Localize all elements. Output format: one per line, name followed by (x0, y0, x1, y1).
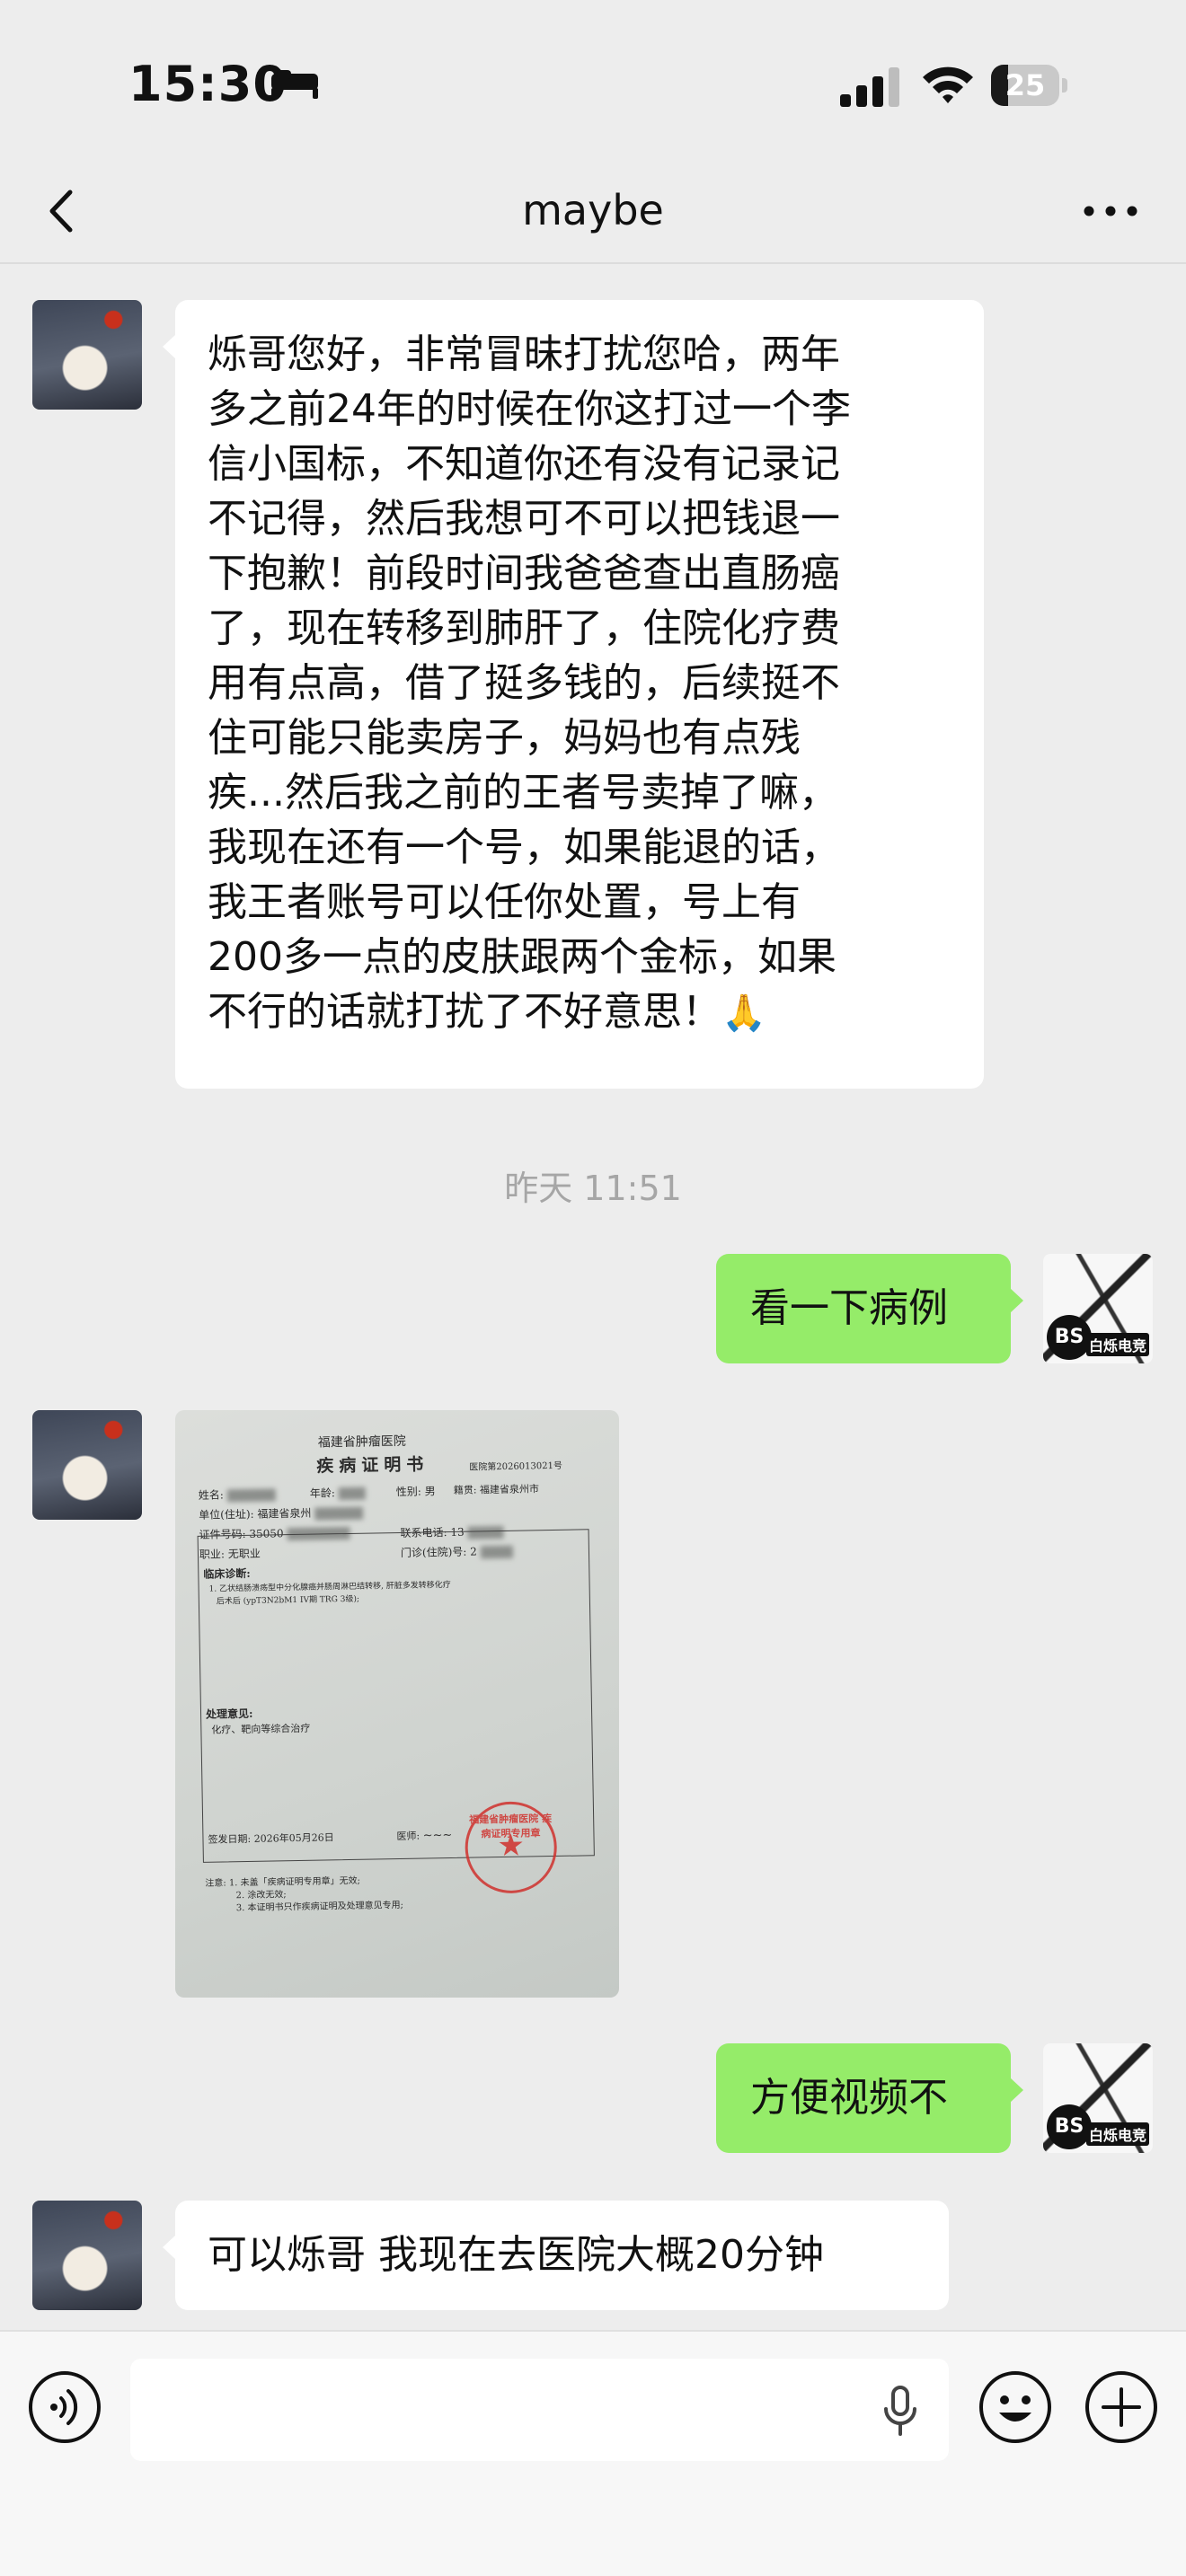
cert-opinion-label: 处理意见: (205, 1707, 253, 1721)
message-line: 多之前24年的时候在你这打过一个李 (208, 386, 851, 432)
message-line: 疾...然后我之前的王者号卖掉了嘛， (208, 770, 838, 816)
emoji-icon (979, 2371, 1051, 2443)
praying-hands-emoji: 🙏 (721, 992, 766, 1034)
message-line: 信小国标，不知道你还有没有记录记 (208, 441, 840, 487)
certificate-paper: 福建省肿瘤医院 疾病证明书 医院第2026013021号 姓名: 年龄: 性别:… (183, 1423, 615, 1996)
message-line-text: 不行的话就打扰了不好意思！ (208, 989, 721, 1035)
cert-name-label: 姓名: (198, 1488, 224, 1502)
status-bar: 15:30 25 (0, 0, 1186, 162)
more-button[interactable] (1078, 180, 1143, 243)
my-avatar[interactable]: BS 白烁电竞 (1043, 1254, 1153, 1363)
chat-title: maybe (522, 186, 664, 234)
plus-button[interactable] (1084, 2369, 1159, 2445)
header-divider (0, 262, 1186, 264)
avatar-tag: 白烁电竞 (1085, 2122, 1149, 2146)
message-line: 用有点高，借了挺多钱的，后续挺不 (208, 660, 840, 706)
contact-avatar[interactable] (32, 1410, 142, 1520)
plus-icon (1085, 2371, 1157, 2443)
cert-diagnosis-2: 后术后 (ypT3N2bM1 IV期 TRG 3级); (216, 1594, 360, 1607)
message-line: 200多一点的皮肤跟两个金标，如果 (208, 934, 836, 980)
cert-origin: 籍贯: 福建省泉州市 (453, 1483, 540, 1496)
message-timestamp: 昨天 11:51 (504, 1169, 682, 1208)
mic-icon[interactable] (879, 2384, 922, 2438)
cert-hospital: 福建省肿瘤医院 (317, 1434, 406, 1451)
contact-avatar[interactable] (32, 2201, 142, 2310)
avatar-badge: BS (1047, 1315, 1092, 1360)
message-bubble-outgoing[interactable]: 方便视频不 (716, 2043, 1023, 2153)
cert-title: 疾病证明书 (316, 1454, 429, 1477)
my-avatar[interactable]: BS 白烁电竞 (1043, 2043, 1153, 2153)
message-line: 了，现在转移到肺肝了，住院化疗费 (208, 605, 840, 651)
message-bubble-incoming[interactable]: 烁哥您好，非常冒昧打扰您哈，两年 多之前24年的时候在你这打过一个李 信小国标，… (163, 300, 984, 1089)
bed-icon (271, 70, 318, 99)
cert-diagnosis-label: 临床诊断: (203, 1566, 251, 1581)
emoji-button[interactable] (978, 2369, 1053, 2445)
message-bubble-outgoing[interactable]: 看一下病例 (716, 1254, 1023, 1363)
wifi-icon (923, 66, 973, 103)
cert-date: 签发日期: 2026年05月26日 (208, 1831, 334, 1846)
cert-doc-no: 医院第2026013021号 (469, 1460, 563, 1473)
avatar-tag: 白烁电竞 (1085, 1333, 1149, 1356)
battery-icon: 25 (991, 65, 1070, 106)
cert-note-3: 3. 本证明书只作疾病证明及处理意见专用; (235, 1900, 404, 1914)
message-line: 住可能只能卖房子，妈妈也有点残 (208, 715, 801, 761)
contact-avatar[interactable] (32, 300, 142, 410)
input-bar (0, 2330, 1186, 2576)
cert-unit: 单位(住址): 福建省泉州 (199, 1506, 312, 1522)
message-line: 烁哥您好，非常冒昧打扰您哈，两年 (208, 331, 840, 377)
voice-icon (29, 2371, 101, 2443)
stamp-text: 福建省肿瘤医院 疾病证明专用章 (469, 1813, 553, 1840)
medical-certificate-image[interactable]: 福建省肿瘤医院 疾病证明书 医院第2026013021号 姓名: 年龄: 性别:… (175, 1410, 619, 1998)
message-text: 方便视频不 (750, 2075, 948, 2121)
message-bubble-incoming[interactable]: 可以烁哥 我现在去医院大概20分钟 (163, 2201, 949, 2310)
message-line: 不行的话就打扰了不好意思！🙏 (208, 984, 957, 1041)
voice-button[interactable] (27, 2369, 102, 2445)
message-text: 看一下病例 (750, 1285, 948, 1331)
chat-header: maybe (0, 162, 1186, 262)
status-time: 15:30 (128, 56, 288, 112)
message-text: 可以烁哥 我现在去医院大概20分钟 (208, 2232, 824, 2278)
message-line: 我现在还有一个号，如果能退的话， (208, 825, 840, 870)
cert-opinion-text: 化疗、靶向等综合治疗 (211, 1722, 311, 1736)
message-line: 我王者账号可以任你处置，号上有 (208, 879, 801, 925)
avatar-badge: BS (1047, 2104, 1092, 2149)
cert-age-label: 年龄: (309, 1486, 335, 1500)
hospital-stamp: 福建省肿瘤医院 疾病证明专用章 ★ (464, 1800, 558, 1894)
cert-gender: 性别: 男 (395, 1485, 436, 1499)
message-line: 下抱歉！前段时间我爸爸查出直肠癌 (208, 551, 840, 596)
more-dots-icon (1084, 206, 1137, 216)
message-input[interactable] (130, 2359, 949, 2461)
message-line: 不记得，然后我想可不可以把钱退一 (208, 496, 840, 542)
cellular-signal-icon (840, 67, 899, 107)
cert-doctor-label: 医师: (396, 1830, 420, 1843)
battery-level: 25 (1005, 68, 1046, 102)
